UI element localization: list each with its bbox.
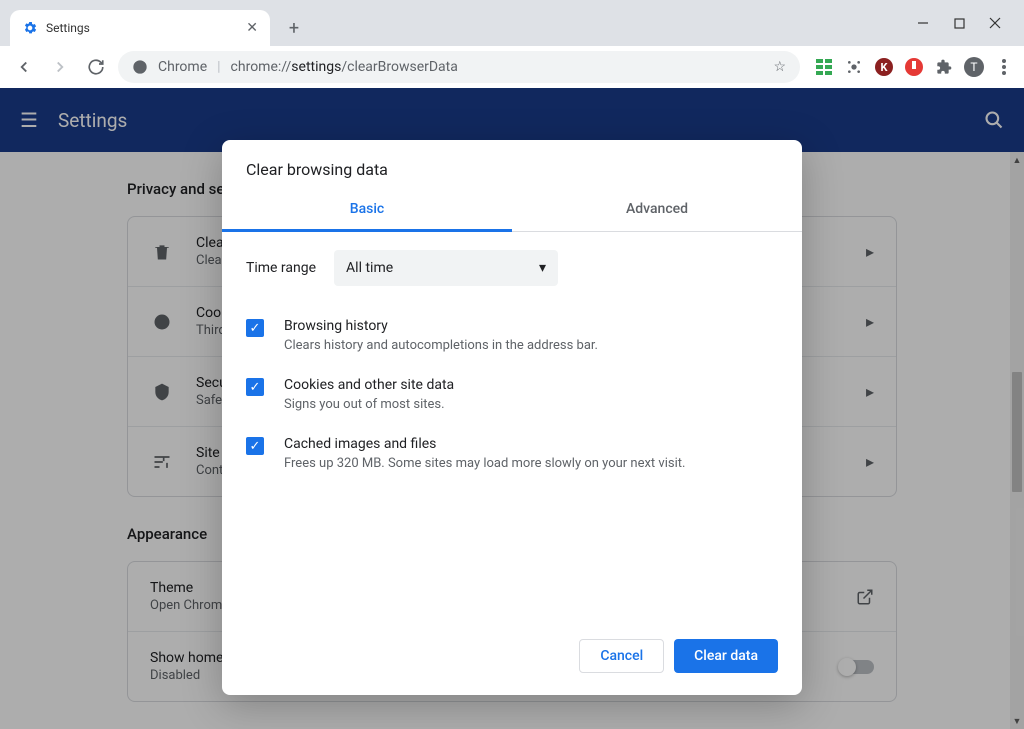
tab-title: Settings (46, 21, 238, 35)
window-controls (894, 0, 1024, 46)
clear-data-button[interactable]: Clear data (674, 639, 778, 673)
url-text: chrome://settings/clearBrowserData (231, 59, 458, 75)
browser-toolbar: Chrome | chrome://settings/clearBrowserD… (0, 46, 1024, 88)
dialog-title: Clear browsing data (222, 140, 802, 189)
site-info-icon[interactable] (132, 59, 148, 75)
window-close-icon[interactable] (986, 14, 1004, 32)
cancel-button[interactable]: Cancel (579, 639, 664, 673)
tab-basic[interactable]: Basic (222, 189, 512, 232)
dialog-tabs: Basic Advanced (222, 189, 802, 232)
minimize-icon[interactable] (914, 14, 932, 32)
time-range-value: All time (346, 260, 393, 276)
tab-strip: Settings ✕ + (0, 0, 1024, 46)
extension-icon-1[interactable] (814, 57, 834, 77)
url-prefix: Chrome (158, 59, 207, 75)
extension-icon-2[interactable] (844, 57, 864, 77)
option-cookies[interactable]: ✓ Cookies and other site data Signs you … (246, 367, 778, 426)
extension-icons: K T (808, 57, 1014, 77)
extension-icon-3[interactable]: K (874, 57, 894, 77)
back-button[interactable] (10, 53, 38, 81)
chevron-down-icon: ▾ (539, 260, 546, 276)
checkbox-cookies[interactable]: ✓ (246, 378, 264, 396)
time-range-select[interactable]: All time ▾ (334, 250, 558, 286)
browser-tab[interactable]: Settings ✕ (10, 10, 270, 46)
url-separator: | (217, 59, 220, 75)
time-range-label: Time range (246, 260, 316, 276)
checkbox-browsing-history[interactable]: ✓ (246, 319, 264, 337)
tab-advanced[interactable]: Advanced (512, 189, 802, 231)
maximize-icon[interactable] (950, 14, 968, 32)
reload-button[interactable] (82, 53, 110, 81)
bookmark-icon[interactable]: ☆ (773, 59, 786, 75)
clear-browsing-data-dialog: Clear browsing data Basic Advanced Time … (222, 140, 802, 695)
option-cached[interactable]: ✓ Cached images and files Frees up 320 M… (246, 426, 778, 485)
address-bar[interactable]: Chrome | chrome://settings/clearBrowserD… (118, 51, 800, 83)
chrome-menu-icon[interactable] (994, 57, 1014, 77)
profile-avatar[interactable]: T (964, 57, 984, 77)
gear-icon (22, 20, 38, 36)
option-browsing-history[interactable]: ✓ Browsing history Clears history and au… (246, 308, 778, 367)
svg-text:K: K (881, 61, 889, 74)
extensions-puzzle-icon[interactable] (934, 57, 954, 77)
new-tab-button[interactable]: + (280, 14, 308, 42)
forward-button[interactable] (46, 53, 74, 81)
extension-icon-4[interactable] (904, 57, 924, 77)
close-icon[interactable]: ✕ (246, 20, 258, 36)
checkbox-cached[interactable]: ✓ (246, 437, 264, 455)
